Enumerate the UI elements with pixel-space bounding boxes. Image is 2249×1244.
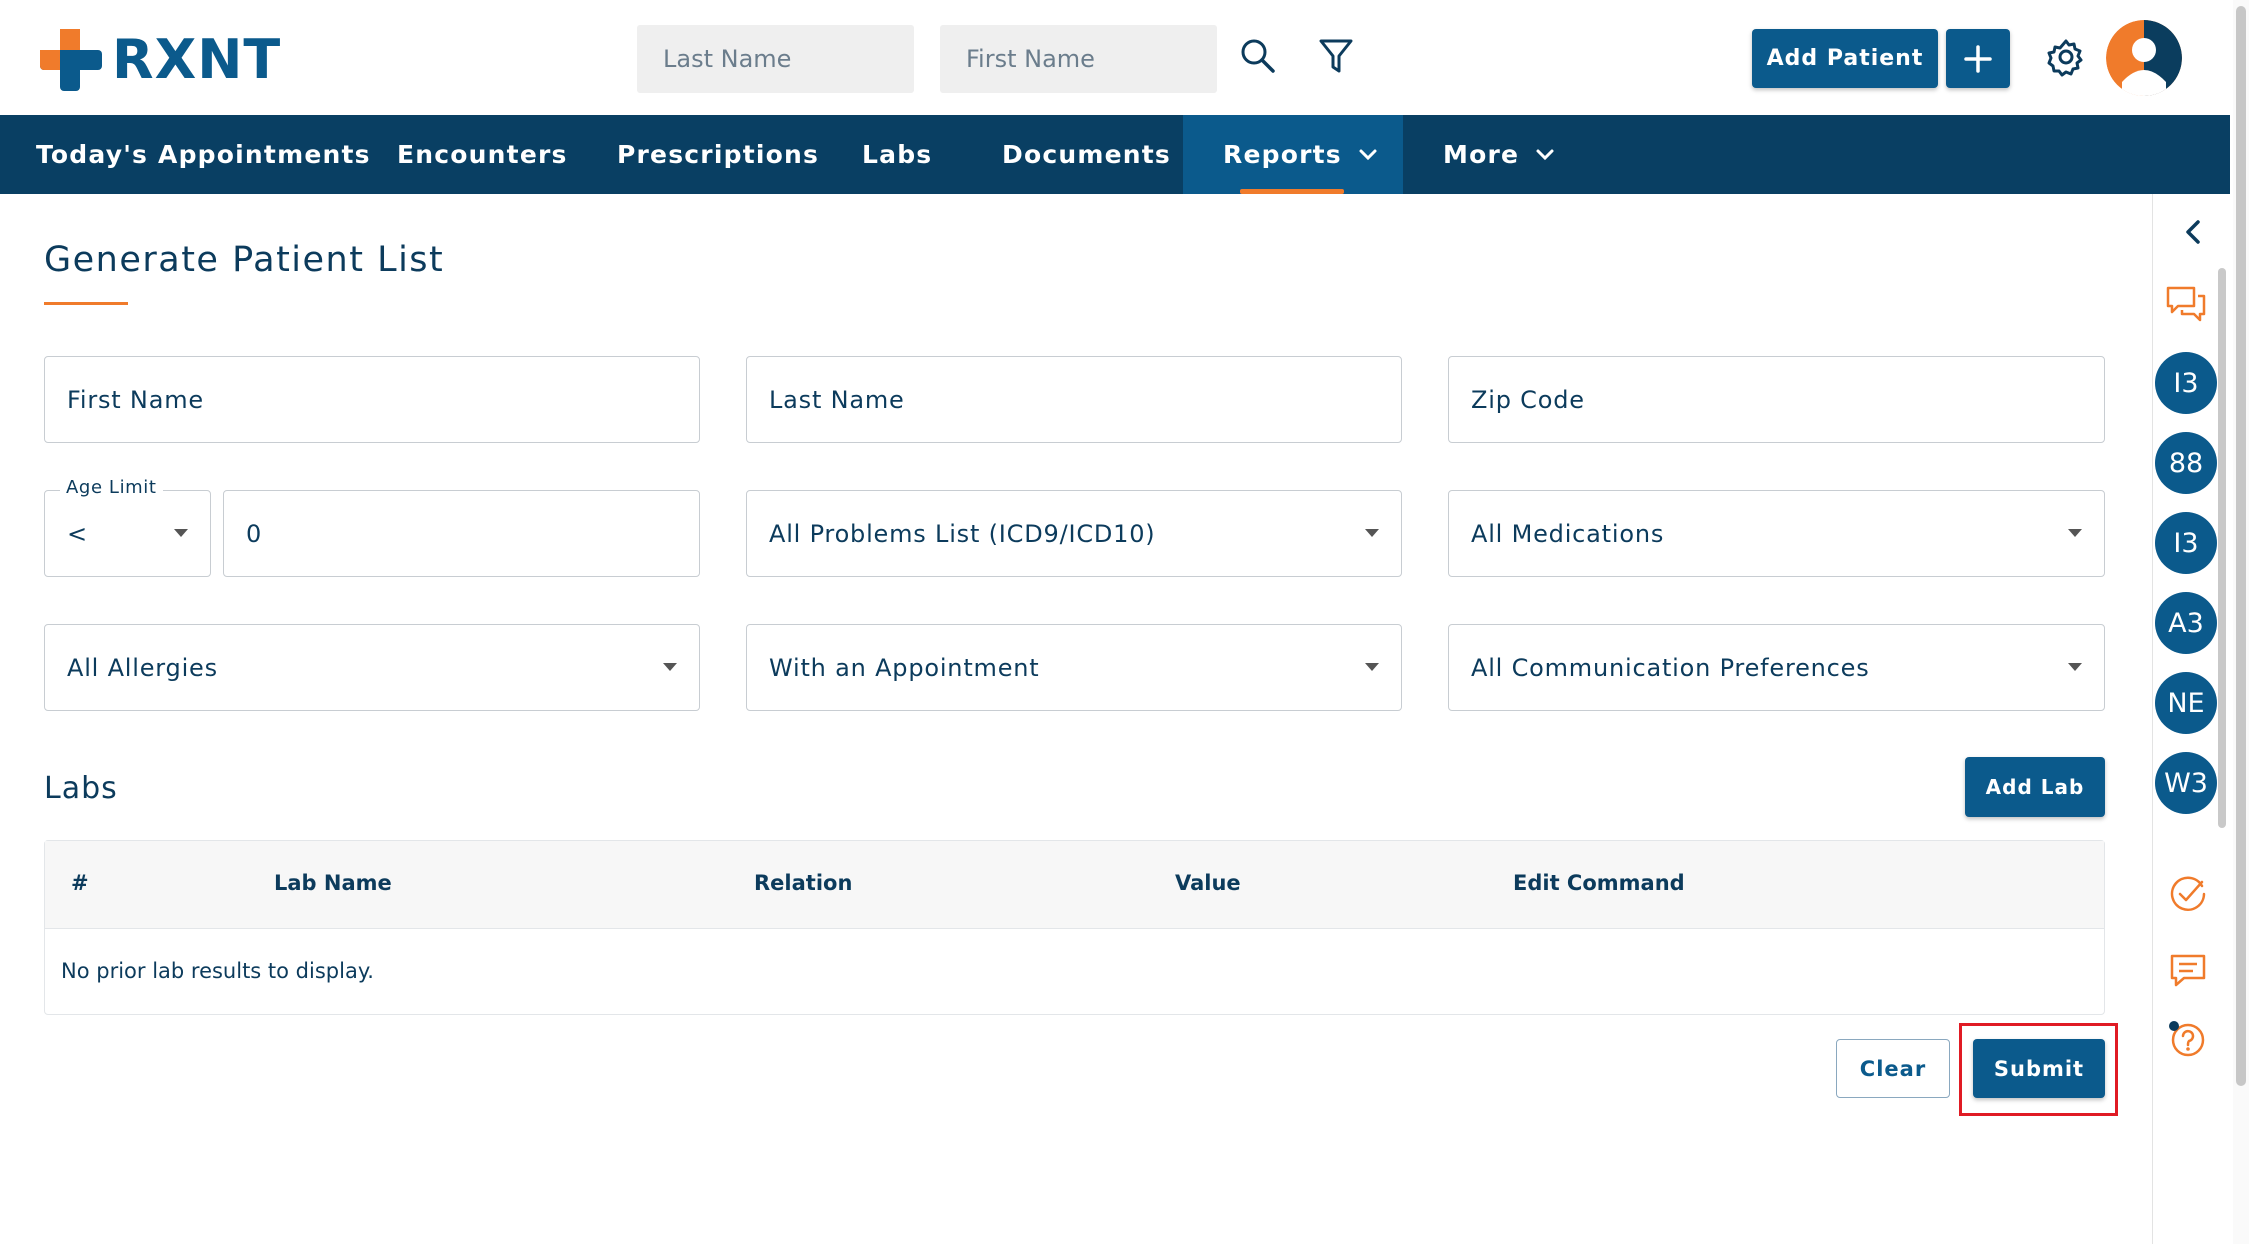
add-button[interactable] bbox=[1946, 29, 2010, 88]
rail-badge[interactable]: I3 bbox=[2155, 352, 2217, 414]
labs-table: # Lab Name Relation Value Edit Command N… bbox=[44, 840, 2105, 1015]
labs-empty-message: No prior lab results to display. bbox=[61, 959, 374, 983]
age-operator-select[interactable]: < bbox=[44, 490, 211, 577]
active-tab-indicator bbox=[1240, 189, 1344, 194]
last-name-field[interactable]: Last Name bbox=[746, 356, 1402, 443]
user-avatar[interactable] bbox=[2106, 20, 2182, 96]
caret-down-icon bbox=[2068, 529, 2082, 537]
filter-icon[interactable] bbox=[1316, 36, 1356, 76]
labs-table-header: # Lab Name Relation Value Edit Command bbox=[45, 841, 2104, 929]
top-header: RXNT Last Name First Name Add Patient bbox=[0, 0, 2230, 115]
header-last-name-input[interactable]: Last Name bbox=[637, 25, 914, 93]
column-header-edit-command: Edit Command bbox=[1513, 871, 1685, 895]
nav-reports[interactable]: Reports bbox=[1183, 115, 1403, 194]
header-first-name-input[interactable]: First Name bbox=[940, 25, 1217, 93]
submit-highlight-box bbox=[1959, 1023, 2118, 1116]
main-nav: Today's Appointments Encounters Prescrip… bbox=[0, 115, 2230, 194]
rail-badge[interactable]: I3 bbox=[2155, 512, 2217, 574]
medications-select[interactable]: All Medications bbox=[1448, 490, 2105, 577]
column-header-number: # bbox=[71, 871, 89, 895]
rail-badge[interactable]: A3 bbox=[2155, 592, 2217, 654]
allergies-select[interactable]: All Allergies bbox=[44, 624, 700, 711]
column-header-value: Value bbox=[1175, 871, 1241, 895]
labs-section-title: Labs bbox=[44, 771, 118, 806]
nav-todays-appointments[interactable]: Today's Appointments bbox=[36, 115, 371, 194]
rxnt-logo[interactable]: RXNT bbox=[40, 28, 281, 91]
caret-down-icon bbox=[1365, 663, 1379, 671]
first-name-field[interactable]: First Name bbox=[44, 356, 700, 443]
rail-badge[interactable]: 88 bbox=[2155, 432, 2217, 494]
age-limit-label: Age Limit bbox=[60, 477, 163, 498]
caret-down-icon bbox=[2068, 663, 2082, 671]
help-icon[interactable] bbox=[2166, 1018, 2210, 1062]
age-value-input[interactable]: 0 bbox=[223, 490, 700, 577]
caret-down-icon bbox=[1365, 529, 1379, 537]
user-avatar-icon bbox=[2106, 20, 2182, 96]
nav-prescriptions[interactable]: Prescriptions bbox=[617, 115, 819, 194]
chevron-down-icon bbox=[1536, 149, 1554, 160]
page-title: Generate Patient List bbox=[44, 240, 445, 280]
zip-code-field[interactable]: Zip Code bbox=[1448, 356, 2105, 443]
column-header-lab-name: Lab Name bbox=[274, 871, 392, 895]
title-underline bbox=[44, 302, 128, 305]
chat-bubbles-icon[interactable] bbox=[2164, 282, 2208, 326]
plus-icon bbox=[1964, 44, 1992, 73]
rail-badge[interactable]: W3 bbox=[2155, 752, 2217, 814]
add-lab-button[interactable]: Add Lab bbox=[1965, 757, 2105, 817]
nav-labs[interactable]: Labs bbox=[862, 115, 932, 194]
chevron-left-icon[interactable] bbox=[2172, 210, 2216, 254]
brand-name: RXNT bbox=[112, 28, 282, 91]
check-circle-icon[interactable] bbox=[2166, 872, 2210, 916]
nav-more[interactable]: More bbox=[1443, 115, 1555, 194]
rail-badge[interactable]: NE bbox=[2155, 672, 2217, 734]
sidebar-scrollbar[interactable] bbox=[2218, 268, 2226, 828]
search-icon[interactable] bbox=[1238, 36, 1278, 76]
cross-logo-icon bbox=[40, 28, 102, 91]
nav-documents[interactable]: Documents bbox=[1002, 115, 1171, 194]
message-icon[interactable] bbox=[2166, 948, 2210, 992]
column-header-relation: Relation bbox=[754, 871, 853, 895]
caret-down-icon bbox=[663, 663, 677, 671]
caret-down-icon bbox=[174, 529, 188, 537]
nav-encounters[interactable]: Encounters bbox=[397, 115, 568, 194]
add-patient-button[interactable]: Add Patient bbox=[1752, 29, 1938, 88]
appointment-select[interactable]: With an Appointment bbox=[746, 624, 1402, 711]
chevron-down-icon bbox=[1359, 149, 1377, 160]
problems-list-select[interactable]: All Problems List (ICD9/ICD10) bbox=[746, 490, 1402, 577]
communication-preferences-select[interactable]: All Communication Preferences bbox=[1448, 624, 2105, 711]
page-scrollbar-thumb[interactable] bbox=[2236, 6, 2246, 1086]
gear-icon[interactable] bbox=[2046, 37, 2086, 77]
clear-button[interactable]: Clear bbox=[1836, 1039, 1950, 1098]
